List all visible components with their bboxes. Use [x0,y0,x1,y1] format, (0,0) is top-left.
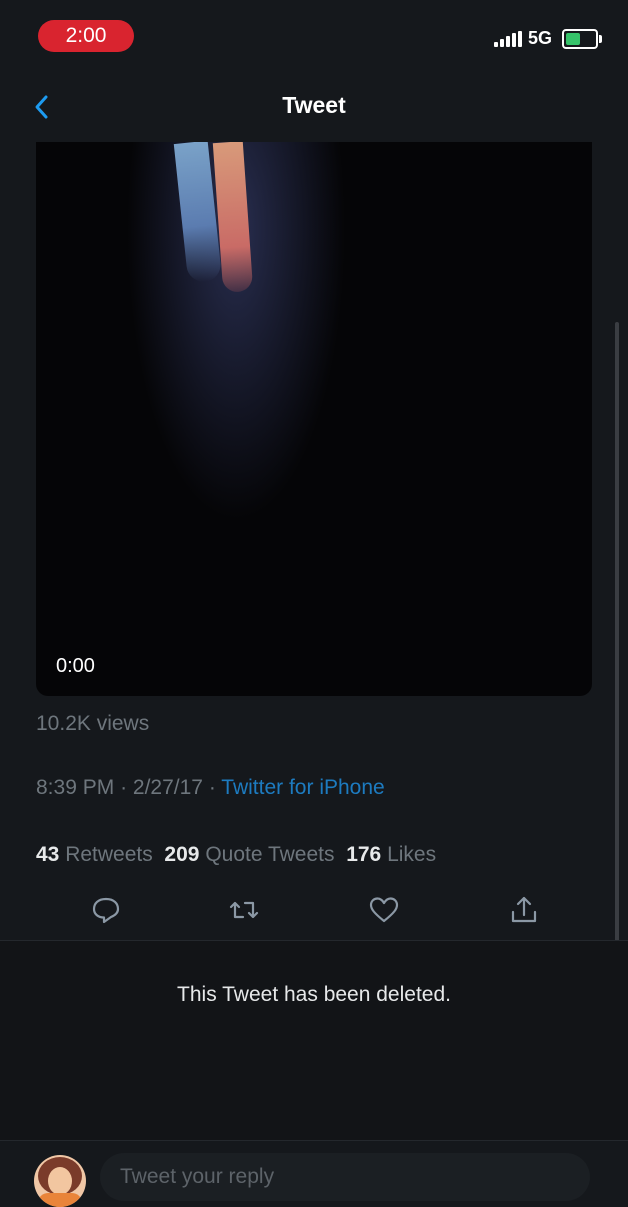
status-bar: 2:00 5G [0,0,628,72]
reply-bar [0,1140,628,1207]
share-icon[interactable] [507,893,541,927]
tweet-meta: 8:39 PM · 2/27/17 · Twitter for iPhone [36,776,385,800]
likes-label: Likes [387,843,437,866]
tweet-source-link[interactable]: Twitter for iPhone [221,776,384,799]
status-indicators: 5G [493,28,602,49]
meta-separator: · [208,776,216,799]
deleted-tweet-card: This Tweet has been deleted. [0,941,628,1141]
retweets-count: 43 [36,843,60,866]
retweet-icon[interactable] [227,893,261,927]
deleted-tweet-message: This Tweet has been deleted. [177,983,451,1006]
likes-stat[interactable]: 176 Likes [346,843,436,866]
retweets-stat[interactable]: 43 Retweets [36,843,153,866]
avatar[interactable] [34,1155,86,1207]
tweet-date: 2/27/17 [132,776,203,799]
like-icon[interactable] [367,893,401,927]
retweets-label: Retweets [65,843,153,866]
quotes-stat[interactable]: 209 Quote Tweets [164,843,334,866]
reply-input[interactable] [100,1153,590,1201]
tweet-actions [0,885,628,935]
video-player[interactable]: 0:00 [36,142,592,696]
video-timestamp: 0:00 [56,655,95,677]
meta-separator: · [120,776,128,799]
reply-icon[interactable] [89,893,123,927]
battery-icon [562,28,602,49]
quotes-count: 209 [164,843,200,866]
tweet-stats: 43 Retweets 209 Quote Tweets 176 Likes [36,843,436,867]
likes-count: 176 [346,843,382,866]
page-title: Tweet [282,92,346,118]
view-count: 10.2K views [36,712,150,735]
signal-icon [493,30,522,47]
network-label: 5G [527,28,552,48]
tweet-time: 8:39 PM [36,776,115,799]
quotes-label: Quote Tweets [205,843,335,866]
status-time: 2:00 [38,20,134,52]
nav-bar: Tweet [0,72,628,142]
